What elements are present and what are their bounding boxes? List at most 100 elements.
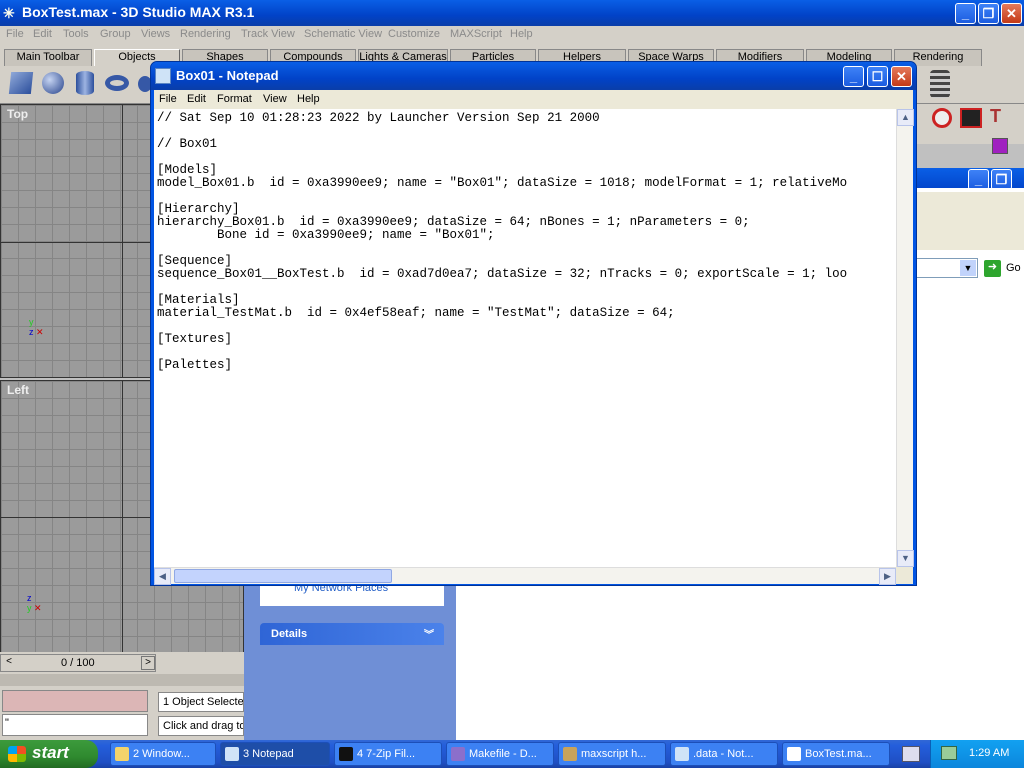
hammer-icon[interactable]: T (990, 106, 1012, 128)
system-tray: 1:29 AM (930, 740, 1024, 768)
text-line (157, 320, 896, 333)
tab-main-toolbar[interactable]: Main Toolbar (4, 49, 92, 66)
menu-file[interactable]: File (6, 28, 24, 40)
explorer-toolbar (916, 192, 1024, 250)
scroll-right-button[interactable]: ▶ (879, 568, 896, 585)
text-line: Bone id = 0xa3990ee9; name = "Box01"; (157, 228, 495, 242)
taskbar-item-maxscript-help[interactable]: maxscript h... (558, 742, 666, 766)
track-bar[interactable] (0, 674, 244, 686)
notepad-window: Box01 - Notepad _ ☐ ✕ File Edit Format V… (150, 61, 917, 586)
max-command-panel: T (916, 104, 1024, 154)
np-menu-edit[interactable]: Edit (187, 93, 206, 105)
time-slider[interactable]: < 0 / 100 > (0, 654, 156, 672)
keyboard-icon[interactable] (902, 746, 920, 762)
text-line (157, 242, 896, 255)
notepad-icon (675, 747, 689, 761)
max-app-icon (787, 747, 801, 761)
taskbar-item-windows[interactable]: 2 Window... (110, 742, 216, 766)
render-icon[interactable] (960, 108, 982, 128)
viewport-label: Left (7, 383, 29, 397)
minimize-button[interactable]: _ (955, 3, 976, 24)
taskbar-item-notepad[interactable]: 3 Notepad (220, 742, 330, 766)
notepad-menu-bar: File Edit Format View Help (154, 90, 913, 109)
np-menu-view[interactable]: View (263, 93, 287, 105)
scroll-down-button[interactable]: ▼ (897, 550, 914, 567)
chevron-double-down-icon[interactable]: ︾ (424, 626, 434, 641)
text-line: // Box01 (157, 137, 218, 151)
spring-icon[interactable] (930, 70, 950, 98)
restore-button[interactable]: ❐ (978, 3, 999, 24)
notepad-maximize-button[interactable]: ☐ (867, 66, 888, 87)
viewport-label: Top (7, 107, 29, 121)
explorer-restore-button[interactable]: ❐ (991, 169, 1012, 190)
taskbar-item-makefile[interactable]: Makefile - D... (446, 742, 554, 766)
torus-icon[interactable] (105, 75, 129, 91)
details-header[interactable]: Details ︾ (260, 623, 444, 645)
text-line: // Sat Sep 10 01:28:23 2022 by Launcher … (157, 111, 600, 125)
max-window-title: BoxTest.max - 3D Studio MAX R3.1 (22, 4, 255, 20)
vertical-scrollbar[interactable]: ▲ ▼ (896, 109, 914, 567)
text-line (157, 346, 896, 359)
menu-maxscript[interactable]: MAXScript (450, 28, 502, 40)
close-button[interactable]: ✕ (1001, 3, 1022, 24)
box-icon[interactable] (8, 72, 34, 94)
visual-studio-icon (451, 747, 465, 761)
taskbar-item-data-notepad[interactable]: .data - Not... (670, 742, 778, 766)
text-line: [Textures] (157, 332, 233, 346)
menu-tools[interactable]: Tools (63, 28, 89, 40)
taskbar-item-7zip[interactable]: 4 7-Zip Fil... (334, 742, 442, 766)
menu-views[interactable]: Views (141, 28, 170, 40)
menu-group[interactable]: Group (100, 28, 131, 40)
go-arrow-icon: ➜ (984, 260, 1001, 277)
size-grip[interactable] (896, 567, 913, 584)
slider-left-button[interactable]: < (2, 656, 16, 670)
network-icon[interactable] (941, 746, 957, 760)
menu-rendering[interactable]: Rendering (180, 28, 231, 40)
scroll-left-button[interactable]: ◀ (154, 568, 171, 585)
time-slider-value: 0 / 100 (61, 657, 95, 669)
notepad-app-icon (155, 68, 171, 84)
text-line (157, 151, 896, 164)
color-swatch[interactable] (992, 138, 1008, 154)
go-button[interactable]: ➜ Go (984, 260, 1024, 278)
chevron-down-icon[interactable]: ▼ (960, 260, 976, 276)
sphere-icon[interactable] (42, 72, 64, 94)
windows-logo-icon (8, 746, 26, 762)
explorer-minimize-button[interactable]: _ (968, 169, 989, 190)
grid-axis (122, 381, 123, 653)
clock[interactable]: 1:29 AM (969, 747, 1009, 759)
start-button[interactable]: start (0, 740, 98, 768)
slider-right-button[interactable]: > (141, 656, 155, 670)
notepad-close-button[interactable]: ✕ (891, 66, 912, 87)
notepad-minimize-button[interactable]: _ (843, 66, 864, 87)
scroll-up-button[interactable]: ▲ (897, 109, 914, 126)
text-line: material_TestMat.b id = 0x4ef58eaf; name… (157, 306, 675, 320)
axis-gizmo-icon: yz ✕ (29, 317, 44, 337)
address-dropdown[interactable]: ▼ (916, 258, 978, 278)
status-selection: 1 Object Selecte (158, 692, 244, 712)
menu-help[interactable]: Help (510, 28, 533, 40)
notepad-text-area[interactable]: // Sat Sep 10 01:28:23 2022 by Launcher … (154, 109, 896, 567)
help-icon (563, 747, 577, 761)
cylinder-icon[interactable] (76, 71, 94, 95)
menu-schematic-view[interactable]: Schematic View (304, 28, 382, 40)
np-menu-file[interactable]: File (159, 93, 177, 105)
utility-icon[interactable] (932, 108, 952, 128)
scroll-thumb[interactable] (174, 569, 392, 583)
text-line: model_Box01.b id = 0xa3990ee9; name = "B… (157, 176, 848, 190)
horizontal-scrollbar[interactable]: ◀ ▶ (154, 567, 896, 585)
text-line: sequence_Box01__BoxTest.b id = 0xad7d0ea… (157, 267, 848, 281)
menu-track-view[interactable]: Track View (241, 28, 295, 40)
np-menu-help[interactable]: Help (297, 93, 320, 105)
notepad-title-bar: Box01 - Notepad _ ☐ ✕ (151, 62, 916, 90)
np-menu-format[interactable]: Format (217, 93, 252, 105)
menu-customize[interactable]: Customize (388, 28, 440, 40)
menu-edit[interactable]: Edit (33, 28, 52, 40)
listener-box[interactable] (2, 690, 148, 712)
notepad-window-title: Box01 - Notepad (176, 68, 279, 83)
text-line (157, 281, 896, 294)
prompt-line[interactable]: " (2, 714, 148, 736)
notepad-icon (225, 747, 239, 761)
taskbar-item-boxtest[interactable]: BoxTest.ma... (782, 742, 890, 766)
max-title-bar: ✳ BoxTest.max - 3D Studio MAX R3.1 _ ❐ ✕ (0, 0, 1024, 26)
